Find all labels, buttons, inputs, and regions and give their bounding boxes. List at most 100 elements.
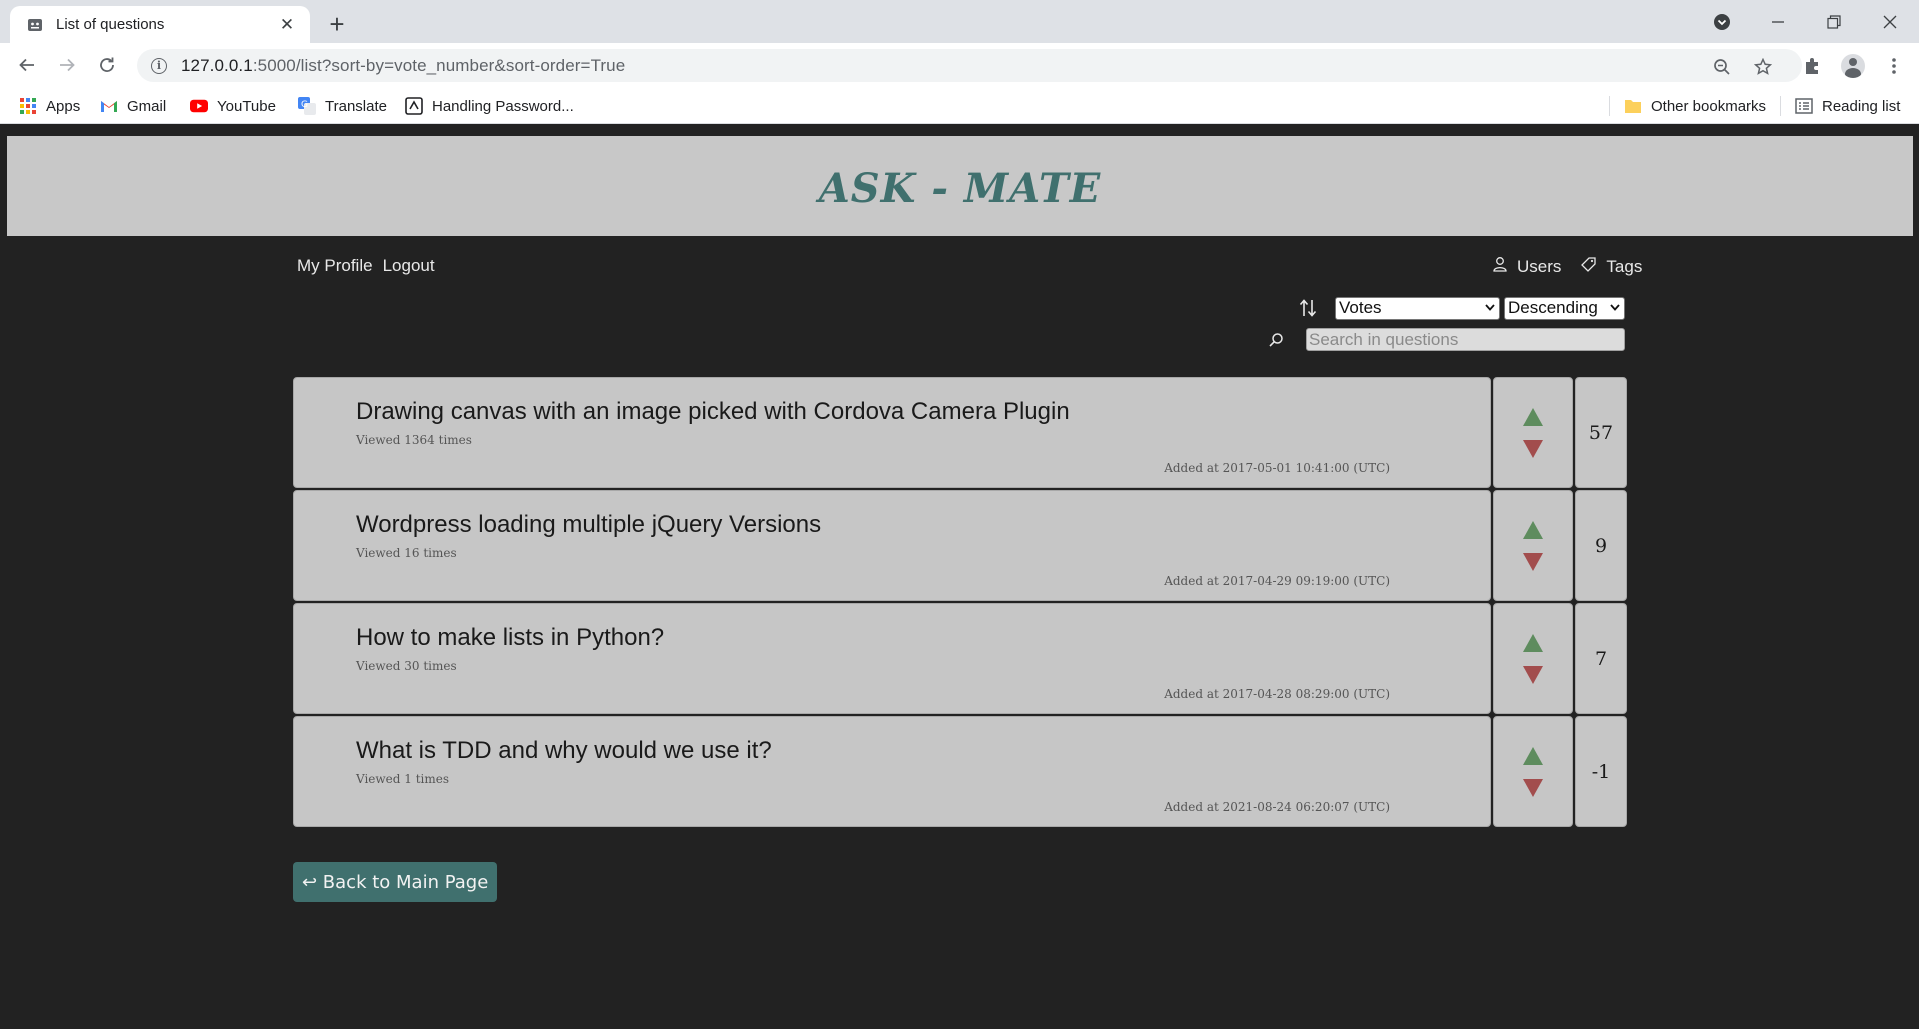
site-logo[interactable]: ASK - MATE xyxy=(819,165,1102,212)
tag-icon xyxy=(1581,256,1597,272)
browser-tab[interactable]: List of questions ✕ xyxy=(10,6,310,43)
site-nav: Users Tags xyxy=(1493,256,1662,277)
url-text: 127.0.0.1:5000/list?sort-by=vote_number&… xyxy=(181,56,625,76)
youtube-icon xyxy=(190,97,208,115)
bookmarks-bar: Apps Gmail YouTube G Translate Handling … xyxy=(0,87,1919,124)
question-card[interactable]: Drawing canvas with an image picked with… xyxy=(293,377,1491,488)
search-bar: Search in questions xyxy=(1266,328,1625,351)
bookmark-youtube[interactable]: YouTube xyxy=(190,94,276,118)
header-banner: ASK - MATE xyxy=(7,136,1913,236)
browser-toolbar: i 127.0.0.1:5000/list?sort-by=vote_numbe… xyxy=(0,43,1919,87)
url-host: 127.0.0.1 xyxy=(181,55,253,75)
question-date: Added at 2017-05-01 10:41:00 (UTC) xyxy=(1164,461,1390,475)
question-title-link[interactable]: Wordpress loading multiple jQuery Versio… xyxy=(356,511,821,539)
extensions-icon[interactable] xyxy=(1799,53,1825,79)
sort-arrows-icon xyxy=(1296,296,1320,320)
vote-controls xyxy=(1493,716,1573,827)
account-nav: My Profile Logout xyxy=(297,256,445,276)
minimize-icon[interactable] xyxy=(1758,8,1798,36)
downvote-arrow-icon[interactable] xyxy=(1523,778,1543,797)
tab-search-icon[interactable] xyxy=(1702,8,1742,36)
question-view-count: Viewed 1364 times xyxy=(356,433,472,447)
question-view-count: Viewed 30 times xyxy=(356,659,457,673)
zoom-icon[interactable] xyxy=(1712,57,1732,77)
logout-link[interactable]: Logout xyxy=(383,256,435,276)
users-link[interactable]: Users xyxy=(1493,256,1571,277)
question-list: Drawing canvas with an image picked with… xyxy=(293,377,1627,829)
reading-list-button[interactable]: Reading list xyxy=(1795,94,1900,118)
reading-list-icon xyxy=(1795,97,1813,115)
downvote-arrow-icon[interactable] xyxy=(1523,439,1543,458)
upvote-arrow-icon[interactable] xyxy=(1523,520,1543,539)
bookmark-other-bookmarks[interactable]: Other bookmarks xyxy=(1624,94,1766,118)
close-window-icon[interactable] xyxy=(1870,8,1910,36)
upvote-arrow-icon[interactable] xyxy=(1523,746,1543,765)
sort-order-select[interactable]: Descending xyxy=(1504,296,1625,320)
apps-grid-icon xyxy=(19,97,37,115)
bookmark-translate[interactable]: G Translate xyxy=(298,94,387,118)
question-card[interactable]: Wordpress loading multiple jQuery Versio… xyxy=(293,490,1491,601)
vote-score: -1 xyxy=(1575,716,1627,827)
restore-icon[interactable] xyxy=(1814,8,1854,36)
search-icon xyxy=(1266,330,1286,350)
question-card[interactable]: How to make lists in Python? Viewed 30 t… xyxy=(293,603,1491,714)
question-date: Added at 2021-08-24 06:20:07 (UTC) xyxy=(1164,800,1390,814)
gmail-icon xyxy=(100,97,118,115)
question-row: Wordpress loading multiple jQuery Versio… xyxy=(293,490,1627,601)
vote-score: 9 xyxy=(1575,490,1627,601)
upvote-arrow-icon[interactable] xyxy=(1523,407,1543,426)
vote-controls xyxy=(1493,377,1573,488)
bookmark-handling-password[interactable]: Handling Password... xyxy=(405,94,574,118)
my-profile-link[interactable]: My Profile xyxy=(297,256,373,276)
vote-controls xyxy=(1493,490,1573,601)
question-title-link[interactable]: What is TDD and why would we use it? xyxy=(356,737,772,765)
chevron-down-icon xyxy=(1610,302,1620,314)
profile-avatar-icon[interactable] xyxy=(1840,53,1866,79)
bookmark-label: Reading list xyxy=(1822,97,1901,115)
tab-title: List of questions xyxy=(56,16,165,33)
question-date: Added at 2017-04-28 08:29:00 (UTC) xyxy=(1164,687,1390,701)
menu-kebab-icon[interactable] xyxy=(1881,53,1907,79)
bookmark-label: Apps xyxy=(46,97,81,115)
reload-icon[interactable] xyxy=(92,50,122,80)
back-arrow-icon[interactable] xyxy=(12,50,42,80)
tags-label: Tags xyxy=(1606,256,1643,276)
site-info-icon[interactable]: i xyxy=(151,57,167,74)
bookmark-label: Translate xyxy=(325,97,387,115)
vote-score: 57 xyxy=(1575,377,1627,488)
upvote-arrow-icon[interactable] xyxy=(1523,633,1543,652)
sort-by-value: Votes xyxy=(1339,298,1382,317)
search-input[interactable]: Search in questions xyxy=(1306,328,1625,351)
vote-score: 7 xyxy=(1575,603,1627,714)
tab-close-icon[interactable]: ✕ xyxy=(276,14,298,36)
question-view-count: Viewed 16 times xyxy=(356,546,457,560)
tab-strip: List of questions ✕ + xyxy=(0,0,1919,43)
user-icon xyxy=(1493,256,1507,272)
question-row: Drawing canvas with an image picked with… xyxy=(293,377,1627,488)
url-path: :5000/list?sort-by=vote_number&sort-orde… xyxy=(252,55,626,75)
bookmark-label: YouTube xyxy=(217,97,276,115)
downvote-arrow-icon[interactable] xyxy=(1523,552,1543,571)
question-title-link[interactable]: Drawing canvas with an image picked with… xyxy=(356,398,1070,426)
sort-controls: Votes Descending xyxy=(1296,296,1629,320)
question-card[interactable]: What is TDD and why would we use it? Vie… xyxy=(293,716,1491,827)
sort-by-select[interactable]: Votes xyxy=(1335,296,1500,320)
bookmark-label: Gmail xyxy=(127,97,167,115)
bookmark-star-icon[interactable] xyxy=(1753,57,1773,77)
question-view-count: Viewed 1 times xyxy=(356,772,450,786)
site-favicon-icon xyxy=(26,16,44,34)
downvote-arrow-icon[interactable] xyxy=(1523,665,1543,684)
svg-text:G: G xyxy=(301,100,308,110)
new-tab-button[interactable]: + xyxy=(322,9,352,39)
forward-arrow-icon[interactable] xyxy=(52,50,82,80)
question-title-link[interactable]: How to make lists in Python? xyxy=(356,624,664,652)
page-content: ASK - MATE My Profile Logout Users Tags … xyxy=(0,128,1919,1029)
sort-order-value: Descending xyxy=(1508,298,1598,317)
bookmark-label: Handling Password... xyxy=(432,97,574,115)
back-to-main-button[interactable]: ↩ Back to Main Page xyxy=(293,862,498,902)
tags-link[interactable]: Tags xyxy=(1581,257,1652,277)
folder-icon xyxy=(1624,97,1642,115)
address-bar[interactable]: i 127.0.0.1:5000/list?sort-by=vote_numbe… xyxy=(137,49,1802,82)
bookmark-gmail[interactable]: Gmail xyxy=(100,94,166,118)
bookmark-apps[interactable]: Apps xyxy=(19,94,80,118)
